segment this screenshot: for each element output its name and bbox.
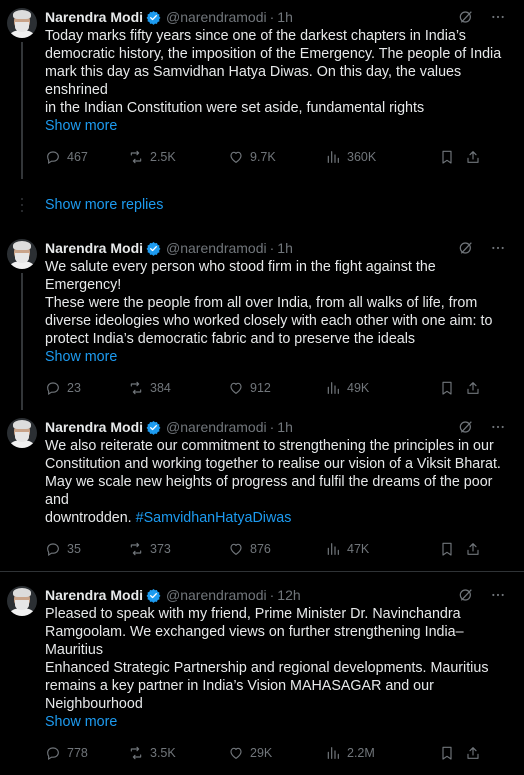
thread-dots [7,198,37,212]
timestamp[interactable]: 12h [277,586,300,604]
more-icon[interactable] [490,419,506,435]
reply-count: 778 [67,746,88,760]
views-button[interactable]: 49K [325,380,439,396]
verified-badge-icon [146,10,161,25]
grok-icon[interactable] [458,240,474,256]
show-more-replies-label[interactable]: Show more replies [37,197,163,213]
repost-count: 3.5K [150,746,176,760]
views-button[interactable]: 360K [325,149,439,165]
tweet-actions: 778 3.5K 29K 2.2M [45,743,512,763]
tweet-actions: 467 2.5K 9.7K 360K [45,147,512,167]
tweet[interactable]: Narendra Modi @narendramodi · 1h Today m… [0,0,524,179]
tweet[interactable]: Narendra Modi @narendramodi · 1h We salu… [0,231,524,410]
thread-line [21,273,23,410]
author-name[interactable]: Narendra Modi [45,586,143,604]
timeline-feed: Narendra Modi @narendramodi · 1h Today m… [0,0,524,775]
more-icon[interactable] [490,240,506,256]
avatar-column [7,418,37,571]
like-count: 876 [250,542,271,556]
repost-button[interactable]: 3.5K [128,745,228,761]
share-button[interactable] [465,541,481,557]
verified-badge-icon [146,420,161,435]
show-more-replies[interactable]: Show more replies [0,179,524,231]
verified-badge-icon [146,588,161,603]
more-icon[interactable] [490,587,506,603]
reply-button[interactable]: 467 [45,149,128,165]
author-handle[interactable]: @narendramodi [166,239,267,257]
show-more-link[interactable]: Show more [45,713,512,731]
timestamp[interactable]: 1h [277,8,293,26]
grok-icon[interactable] [458,419,474,435]
bookmark-button[interactable] [439,380,465,396]
author-handle[interactable]: @narendramodi [166,8,267,26]
like-button[interactable]: 29K [228,745,325,761]
views-button[interactable]: 2.2M [325,745,439,761]
verified-badge-icon [146,241,161,256]
views-count: 360K [347,150,377,164]
bookmark-button[interactable] [439,541,465,557]
avatar-column [7,239,37,410]
avatar[interactable] [7,239,37,269]
avatar[interactable] [7,586,37,616]
separator-dot: · [269,9,275,25]
reply-button[interactable]: 35 [45,541,128,557]
repost-count: 373 [150,542,171,556]
repost-button[interactable]: 384 [128,380,228,396]
separator-dot: · [269,419,275,435]
reply-count: 35 [67,542,81,556]
avatar[interactable] [7,418,37,448]
share-button[interactable] [465,745,481,761]
show-more-link[interactable]: Show more [45,348,512,366]
timestamp[interactable]: 1h [277,418,293,436]
like-button[interactable]: 876 [228,541,325,557]
tweet-actions: 35 373 876 47K [45,539,512,559]
avatar-column [7,8,37,179]
views-count: 2.2M [347,746,375,760]
author-name[interactable]: Narendra Modi [45,239,143,257]
share-button[interactable] [465,149,481,165]
author-name[interactable]: Narendra Modi [45,418,143,436]
views-count: 49K [347,381,370,395]
more-icon[interactable] [490,9,506,25]
reply-button[interactable]: 778 [45,745,128,761]
repost-count: 384 [150,381,171,395]
like-count: 29K [250,746,273,760]
grok-icon[interactable] [458,587,474,603]
share-button[interactable] [465,380,481,396]
views-button[interactable]: 47K [325,541,439,557]
repost-button[interactable]: 373 [128,541,228,557]
reply-count: 23 [67,381,81,395]
like-count: 9.7K [250,150,276,164]
avatar[interactable] [7,8,37,38]
avatar-column [7,586,37,775]
show-more-link[interactable]: Show more [45,117,512,135]
like-button[interactable]: 912 [228,380,325,396]
bookmark-button[interactable] [439,149,465,165]
author-name[interactable]: Narendra Modi [45,8,143,26]
like-button[interactable]: 9.7K [228,149,325,165]
thread-line [21,42,23,179]
reply-button[interactable]: 23 [45,380,128,396]
repost-count: 2.5K [150,150,176,164]
separator-dot: · [269,240,275,256]
bookmark-button[interactable] [439,745,465,761]
tweet-actions: 23 384 912 49K [45,378,512,398]
views-count: 47K [347,542,370,556]
tweet[interactable]: Narendra Modi @narendramodi · 1h We also… [0,410,524,571]
timestamp[interactable]: 1h [277,239,293,257]
grok-icon[interactable] [458,9,474,25]
repost-button[interactable]: 2.5K [128,149,228,165]
hashtag-link[interactable]: #SamvidhanHatyaDiwas [136,510,292,526]
tweet-text: Pleased to speak with my friend, Prime M… [45,606,489,712]
tweet-text: We also reiterate our commitment to stre… [45,438,501,526]
author-handle[interactable]: @narendramodi [166,586,267,604]
tweet-text: Today marks fifty years since one of the… [45,28,502,116]
like-count: 912 [250,381,271,395]
reply-count: 467 [67,150,88,164]
tweet-text: We salute every person who stood firm in… [45,259,493,347]
tweet[interactable]: Narendra Modi @narendramodi · 12h Please… [0,572,524,775]
author-handle[interactable]: @narendramodi [166,418,267,436]
separator-dot: · [269,587,275,603]
